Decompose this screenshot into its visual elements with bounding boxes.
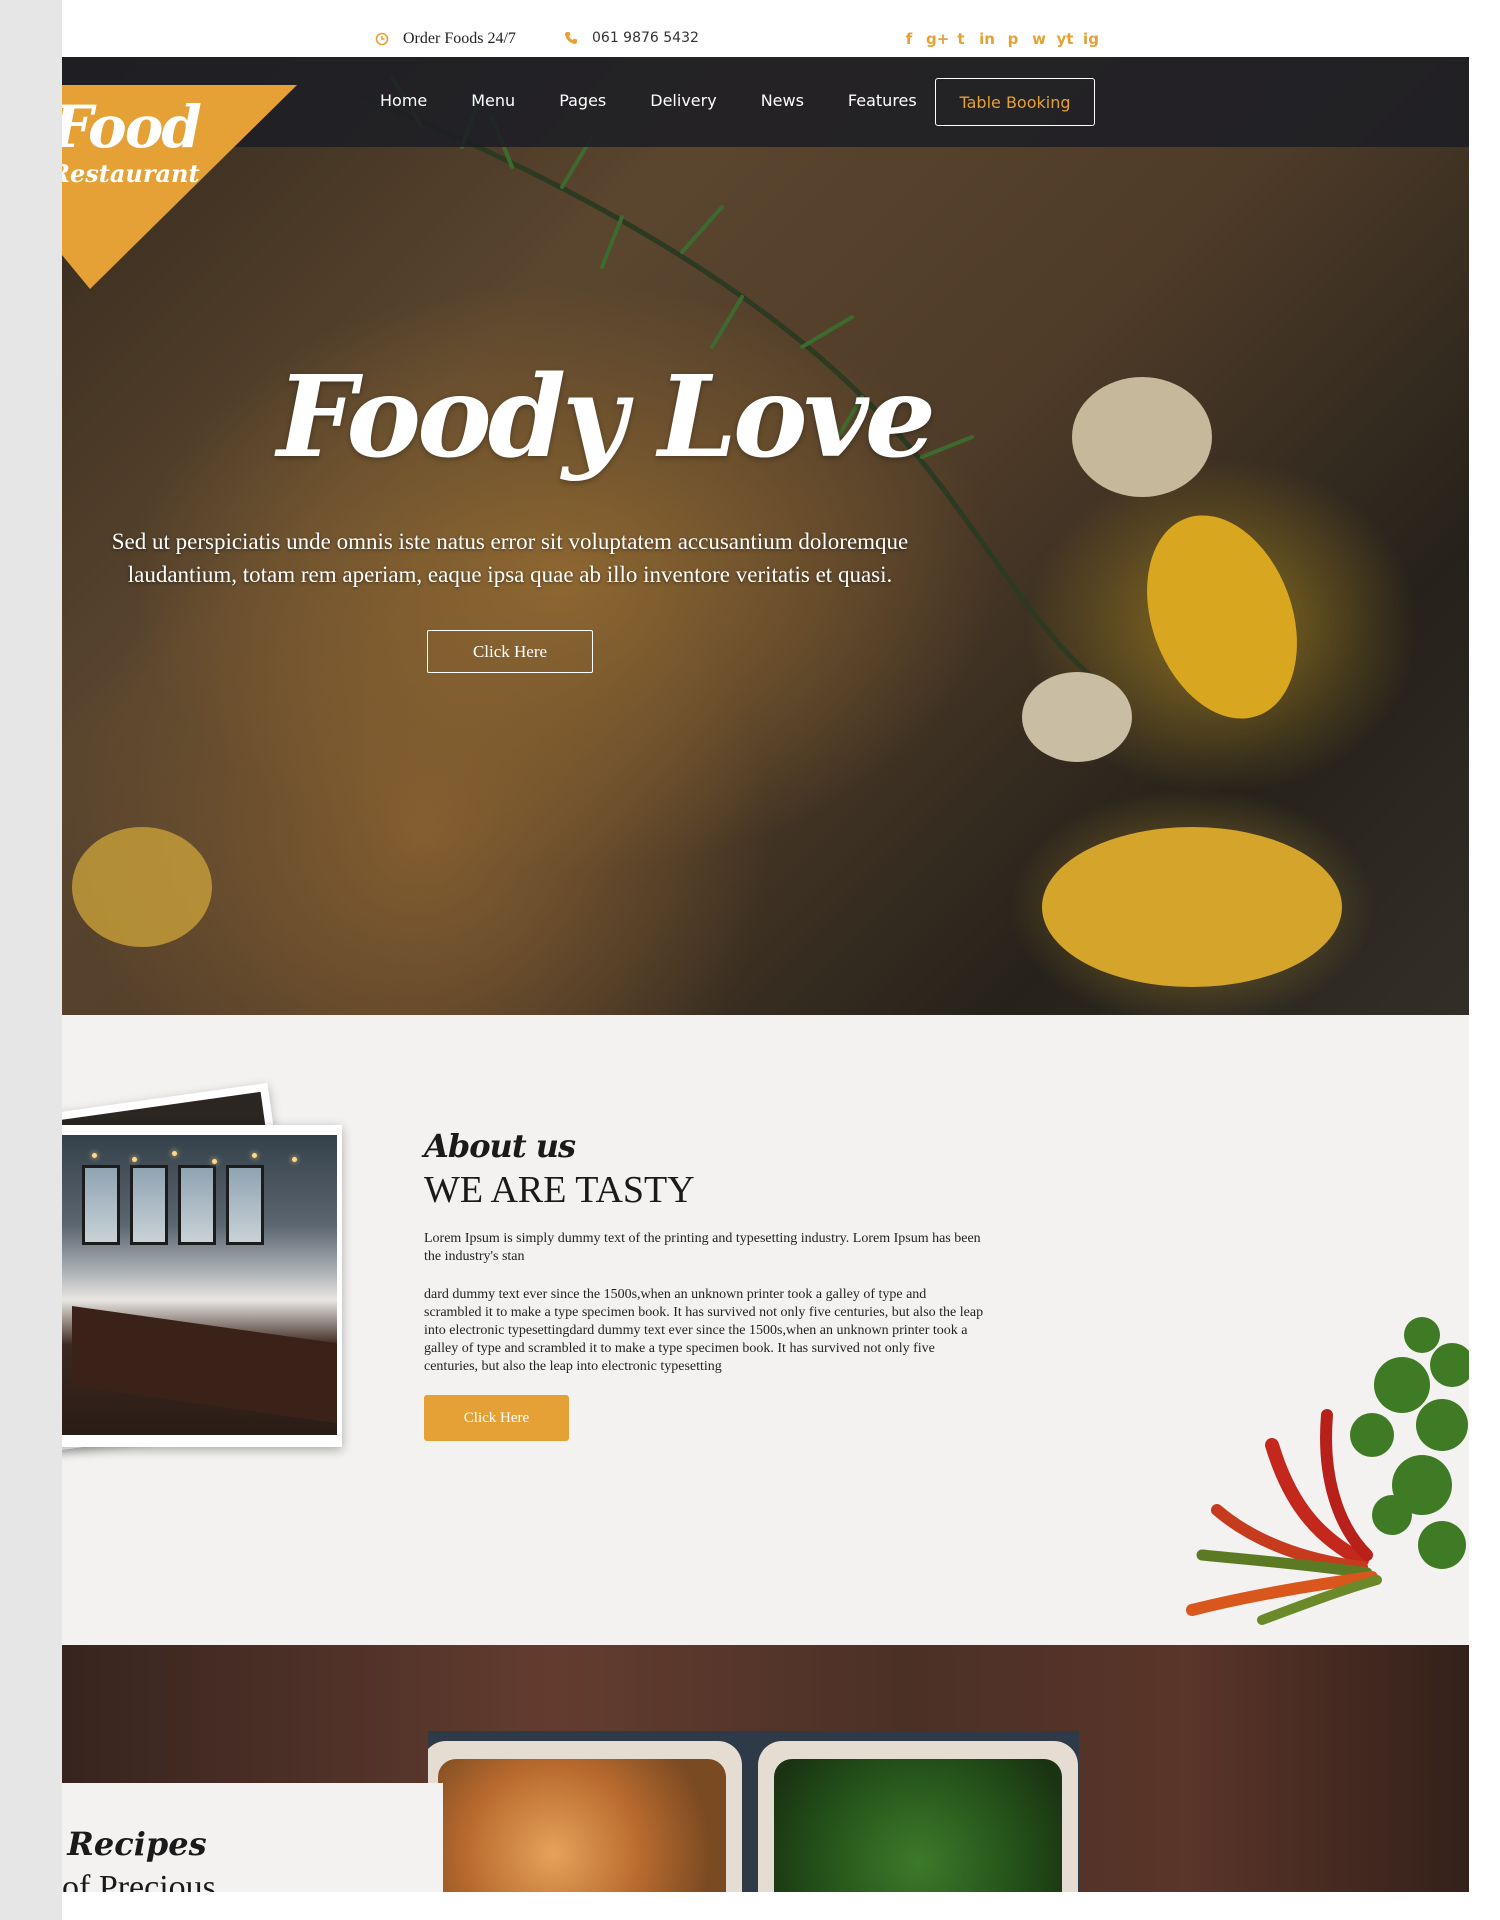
food-bowls-photo [428,1731,1079,1892]
nav-features[interactable]: Features [848,91,917,110]
phone-icon [565,32,577,44]
hero-title: Foody Love [277,352,936,483]
logo-line2: Restaurant [62,159,200,188]
nav-menu-link[interactable]: Menu [471,91,515,110]
phone-info: 061 9876 5432 [564,30,699,46]
nav-news[interactable]: News [761,91,804,110]
instagram-icon[interactable]: ig [1082,30,1100,48]
recipe-card: l Recipes of Precious [62,1783,443,1892]
logo[interactable]: Food Restaurant [62,85,297,289]
logo-line1: Food [62,93,202,161]
hero-text: Sed ut perspiciatis unde omnis iste natu… [111,529,909,587]
clock-icon [375,32,389,46]
linkedin-icon[interactable]: in [978,30,996,48]
order-info: Order Foods 24/7 [375,30,516,48]
about-section: About us WE ARE TASTY Lorem Ipsum is sim… [62,1015,1469,1645]
recipe-subtitle: of Precious [62,1869,216,1892]
nav-menu: Home Menu Pages Delivery News Features [380,91,917,110]
pinterest-icon[interactable]: p [1004,30,1022,48]
twitter-icon[interactable]: t [952,30,970,48]
restaurant-photo [62,1125,342,1447]
about-paragraph-2: dard dummy text ever since the 1500s,whe… [424,1287,984,1374]
google-plus-icon[interactable]: g+ [926,30,949,48]
recipes-section: l Recipes of Precious [62,1645,1469,1892]
table-booking-button[interactable]: Table Booking [935,78,1095,126]
facebook-icon[interactable]: f [900,30,918,48]
about-click-here-button[interactable]: Click Here [424,1395,569,1441]
page: Order Foods 24/7 061 9876 5432 f g+ t in… [62,0,1469,1892]
phone-number[interactable]: 061 9876 5432 [592,30,699,46]
hero-section: Home Menu Pages Delivery News Features T… [62,57,1469,1015]
about-paragraph-1: Lorem Ipsum is simply dummy text of the … [424,1231,981,1264]
hero-click-here-button[interactable]: Click Here [427,630,593,673]
top-info-bar: Order Foods 24/7 061 9876 5432 f g+ t in… [62,0,1469,57]
about-subtitle: About us [424,1127,576,1165]
order-text: Order Foods 24/7 [403,30,516,47]
chili-herbs-decoration [1186,1317,1469,1625]
whatsapp-icon[interactable]: w [1030,30,1048,48]
recipe-title: l Recipes [62,1825,207,1863]
nav-home[interactable]: Home [380,91,427,110]
left-gutter [0,0,62,1920]
youtube-icon[interactable]: yt [1056,30,1074,48]
nav-pages[interactable]: Pages [559,91,606,110]
nav-delivery[interactable]: Delivery [650,91,716,110]
about-title: WE ARE TASTY [424,1169,695,1211]
social-links: f g+ t in p w yt ig [900,30,1100,48]
